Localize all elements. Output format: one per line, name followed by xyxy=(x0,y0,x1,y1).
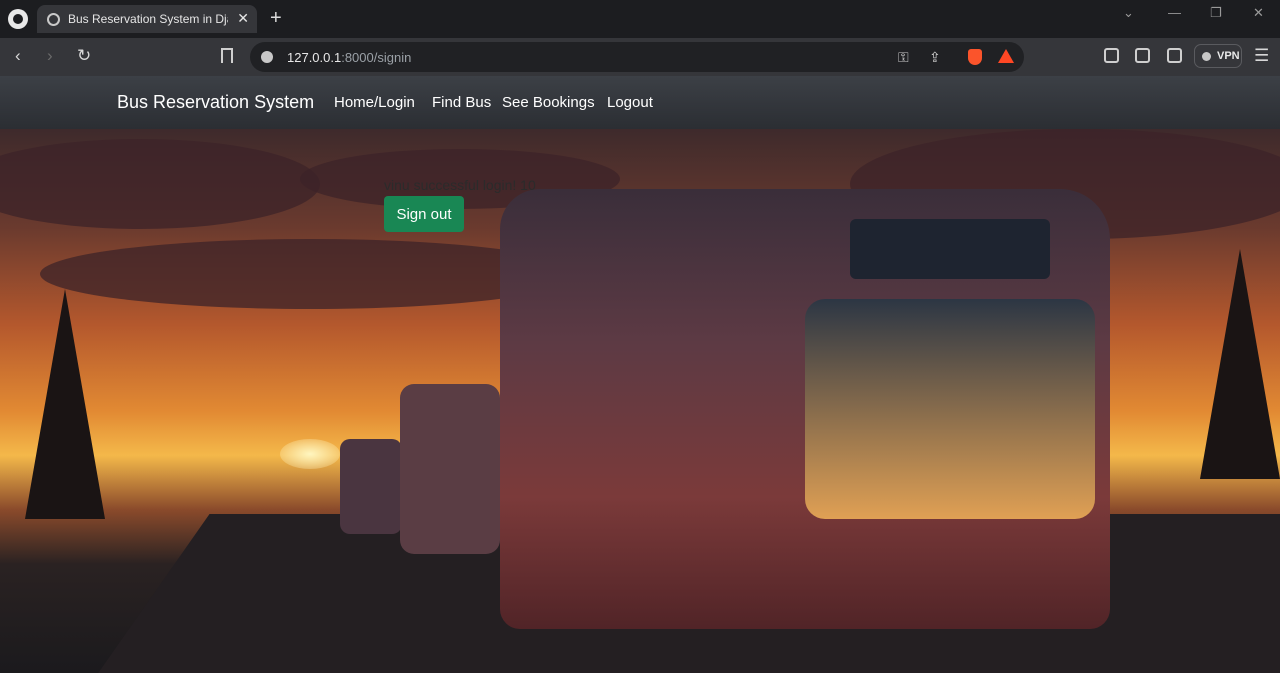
login-message: vinu successful login! 10 xyxy=(384,177,536,193)
browser-toolbar: ‹ › ↻ 127.0.0.1:8000/signin ⚿ ⇪ VPN ☰ xyxy=(0,38,1280,76)
back-icon[interactable]: ‹ xyxy=(15,46,21,66)
browser-tab[interactable]: Bus Reservation System in Django ✕ xyxy=(37,5,257,33)
minimize-icon[interactable]: — xyxy=(1168,5,1181,20)
forward-icon[interactable]: › xyxy=(47,46,53,66)
sign-out-button[interactable]: Sign out xyxy=(384,196,464,232)
bus-middle xyxy=(400,384,500,554)
globe-icon xyxy=(47,13,60,26)
key-icon[interactable]: ⚿ xyxy=(898,47,909,67)
brave-shield-icon[interactable] xyxy=(968,49,982,65)
wallet-icon[interactable] xyxy=(1167,48,1182,63)
github-icon[interactable] xyxy=(8,9,28,29)
menu-icon[interactable]: ☰ xyxy=(1254,47,1269,65)
tree-right xyxy=(1200,249,1280,479)
address-bar[interactable]: 127.0.0.1:8000/signin ⚿ ⇪ xyxy=(250,42,1024,72)
chevron-down-icon[interactable]: ⌄ xyxy=(1123,5,1134,21)
share-icon[interactable]: ⇪ xyxy=(929,47,941,67)
nav-find-bus[interactable]: Find Bus xyxy=(432,94,491,111)
tab-title: Bus Reservation System in Django xyxy=(68,12,228,26)
tree-left xyxy=(25,289,105,519)
app-navbar: Bus Reservation System Home/Login Find B… xyxy=(0,76,1280,129)
brand-link[interactable]: Bus Reservation System xyxy=(117,92,314,113)
cloud-shape xyxy=(0,139,320,229)
vpn-button[interactable]: VPN xyxy=(1194,44,1242,68)
bus-destination-sign xyxy=(850,219,1050,279)
rewards-icon[interactable] xyxy=(998,49,1014,63)
plus-icon[interactable]: + xyxy=(270,6,282,30)
hero-background-image: vinu successful login! 10 Sign out xyxy=(0,129,1280,673)
url-text[interactable]: 127.0.0.1:8000/signin xyxy=(287,50,411,65)
sidebar-icon[interactable] xyxy=(1135,48,1150,63)
close-window-icon[interactable]: ✕ xyxy=(1253,5,1264,21)
sun-glow xyxy=(280,439,340,469)
close-icon[interactable]: ✕ xyxy=(237,10,249,26)
nav-home-login[interactable]: Home/Login xyxy=(334,94,415,111)
maximize-icon[interactable]: ❐ xyxy=(1210,5,1222,21)
bus-front xyxy=(500,189,1110,629)
cloud-shape xyxy=(40,239,580,309)
extensions-icon[interactable] xyxy=(1104,48,1119,63)
reload-icon[interactable]: ↻ xyxy=(77,46,91,66)
info-icon[interactable] xyxy=(261,51,273,63)
nav-logout[interactable]: Logout xyxy=(607,94,653,111)
browser-tab-bar: Bus Reservation System in Django ✕ + ⌄ —… xyxy=(0,0,1280,38)
bus-far xyxy=(340,439,402,534)
bookmark-icon[interactable] xyxy=(221,48,233,63)
nav-see-bookings[interactable]: See Bookings xyxy=(502,94,595,111)
bus-windshield xyxy=(805,299,1095,519)
